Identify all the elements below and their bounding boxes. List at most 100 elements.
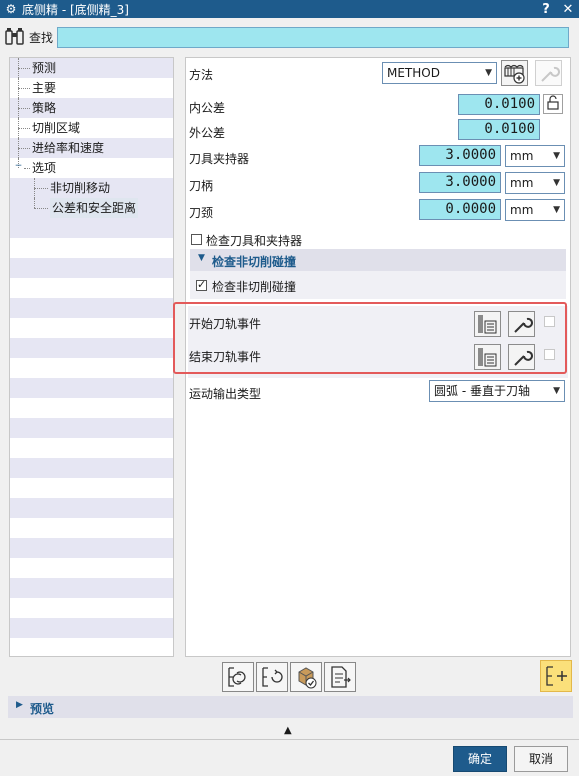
nav-item-tolerance-clearance[interactable]: 公差和安全距离: [10, 198, 173, 218]
intol-label: 内公差: [189, 101, 226, 115]
check-noncut-checkbox[interactable]: [196, 278, 207, 291]
neck-input[interactable]: 0.0000: [419, 199, 501, 220]
create-method-icon: [504, 64, 525, 84]
nav-empty-row: [10, 398, 173, 418]
find-bar: 查找: [4, 25, 575, 49]
nav-empty-row: [10, 598, 173, 618]
shank-label: 刀柄: [189, 179, 214, 193]
list-button[interactable]: [324, 662, 356, 692]
nav-item-label: 策略: [32, 101, 57, 115]
verify-icon: [298, 667, 317, 689]
chevron-down-icon: ▼: [553, 205, 560, 215]
preview-section[interactable]: ▶ 预览: [8, 696, 573, 718]
method-select-value: METHOD: [387, 66, 440, 80]
nav-empty-row: [10, 238, 173, 258]
replay-icon: [262, 667, 283, 687]
neck-unit-value: mm: [510, 203, 534, 217]
noncut-collision-header[interactable]: ▼ 检查非切削碰撞: [190, 249, 566, 271]
edit-method-button[interactable]: [535, 60, 562, 86]
holder-input[interactable]: 3.0000: [419, 145, 501, 166]
intol-row: 内公差 0.0100: [186, 93, 572, 119]
nav-item-strategy[interactable]: 策略: [10, 98, 173, 118]
nav-item-label: 主要: [32, 81, 57, 95]
nav-empty-row: [10, 298, 173, 318]
neck-label: 刀颈: [189, 206, 214, 220]
neck-row: 刀颈 0.0000 mm ▼: [186, 198, 572, 224]
nav-empty-row: [10, 318, 173, 338]
check-noncut-label: 检查非切削碰撞: [212, 280, 297, 294]
binoculars-icon: [4, 27, 26, 47]
intol-input[interactable]: 0.0100: [458, 94, 540, 115]
nav-item-label: 选项: [32, 161, 57, 175]
caret-right-icon: ▶: [16, 700, 23, 710]
divider: [0, 739, 579, 740]
lock-icon[interactable]: [543, 94, 563, 114]
replay-button[interactable]: [256, 662, 288, 692]
collapse-arrow-icon[interactable]: ▲: [284, 725, 292, 736]
nav-item-label: 公差和安全距离: [50, 198, 139, 218]
check-holder-checkbox[interactable]: [191, 234, 202, 245]
chevron-down-icon: ▼: [485, 68, 492, 78]
nav-empty-row: [10, 218, 173, 238]
nav-item-label: 预测: [32, 61, 57, 75]
find-input[interactable]: [57, 26, 570, 48]
shank-input[interactable]: 3.0000: [419, 172, 501, 193]
add-icon: [546, 666, 567, 686]
nav-empty-row: [10, 498, 173, 518]
holder-unit-select[interactable]: mm ▼: [505, 145, 565, 167]
create-method-button[interactable]: [501, 60, 528, 86]
holder-row: 刀具夹持器 3.0000 mm ▼: [186, 144, 572, 170]
nav-item-non-cutting-moves[interactable]: 非切削移动: [10, 178, 173, 198]
shank-row: 刀柄 3.0000 mm ▼: [186, 171, 572, 197]
nav-empty-row: [10, 618, 173, 638]
highlight-box: [173, 302, 567, 374]
motion-type-select[interactable]: 圆弧 - 垂直于刀轴 ▼: [429, 380, 565, 402]
nav-empty-row: [10, 358, 173, 378]
list-export-icon: [331, 666, 351, 688]
nav-item-cut-region[interactable]: 切削区域: [10, 118, 173, 138]
method-select[interactable]: METHOD ▼: [382, 62, 497, 84]
nav-item-label: 切削区域: [32, 121, 81, 135]
nav-empty-row: [10, 558, 173, 578]
cancel-button[interactable]: 取消: [514, 746, 568, 772]
chevron-down-icon: ▼: [553, 151, 560, 161]
find-label: 查找: [29, 30, 54, 45]
nav-item-main[interactable]: 主要: [10, 78, 173, 98]
preview-title: 预览: [30, 702, 55, 716]
nav-empty-row: [10, 638, 173, 656]
nav-empty-row: [10, 518, 173, 538]
collapse-icon[interactable]: −: [14, 162, 23, 172]
verify-button[interactable]: [290, 662, 322, 692]
group-title: 检查非切削碰撞: [212, 255, 297, 269]
nav-empty-row: [10, 258, 173, 278]
nav-tree: 预测 主要 策略 切削区域 进给率和速度 − 选项 非切削移动 公差和安全距离: [9, 57, 174, 657]
motion-type-label: 运动输出类型: [189, 387, 262, 401]
shank-unit-select[interactable]: mm ▼: [505, 172, 565, 194]
nav-empty-row: [10, 458, 173, 478]
neck-unit-select[interactable]: mm ▼: [505, 199, 565, 221]
holder-label: 刀具夹持器: [189, 152, 250, 166]
generate-button[interactable]: [222, 662, 254, 692]
add-button[interactable]: [540, 660, 572, 692]
nav-item-label: 进给率和速度: [32, 141, 105, 155]
nav-item-feeds-speeds[interactable]: 进给率和速度: [10, 138, 173, 158]
title-bar: ⚙ 底侧精 - [底侧精_3] ? ✕: [0, 0, 579, 18]
holder-unit-value: mm: [510, 149, 534, 163]
nav-empty-row: [10, 418, 173, 438]
motion-type-row: 运动输出类型 圆弧 - 垂直于刀轴 ▼: [186, 379, 572, 405]
nav-item-prediction[interactable]: 预测: [10, 58, 173, 78]
nav-empty-row: [10, 578, 173, 598]
nav-item-options[interactable]: − 选项: [10, 158, 173, 178]
nav-empty-row: [10, 478, 173, 498]
nav-empty-row: [10, 278, 173, 298]
chevron-down-icon: ▼: [553, 386, 560, 396]
nav-empty-row: [10, 378, 173, 398]
shank-unit-value: mm: [510, 176, 534, 190]
outtol-input[interactable]: 0.0100: [458, 119, 540, 140]
nav-item-label: 非切削移动: [50, 181, 111, 195]
generate-icon: [228, 667, 246, 687]
close-button[interactable]: ✕: [557, 2, 579, 17]
ok-button[interactable]: 确定: [453, 746, 507, 772]
help-button[interactable]: ?: [535, 2, 557, 17]
gear-icon[interactable]: ⚙: [0, 2, 22, 16]
